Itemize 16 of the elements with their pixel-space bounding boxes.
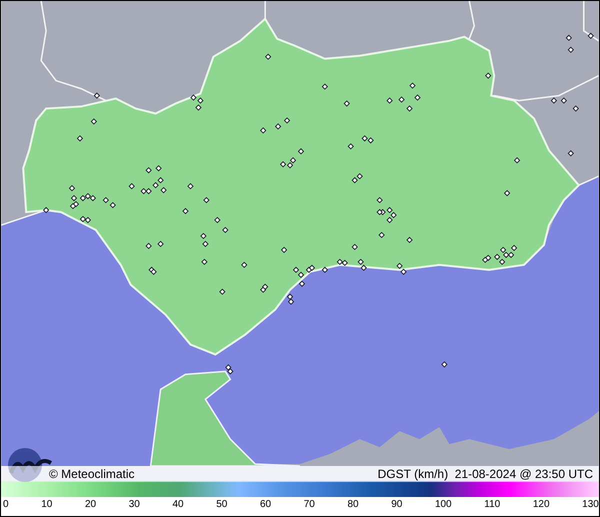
scale-tick-label: 130 [582,499,599,510]
scale-tick-label: 20 [84,499,96,510]
map-caption: DGST (km/h) 21-08-2024 @ 23:50 UTC [378,467,593,481]
scale-tick-label: 10 [41,499,52,510]
scale-tick-label: 100 [434,499,452,510]
scale-tick-label: 120 [532,499,550,510]
scale-tick-label: 40 [172,499,184,510]
scale-tick-label: 30 [128,499,140,510]
credit-text: © Meteoclimatic [49,467,135,481]
scale-tick-label: 90 [391,499,402,510]
scale-tick-label: 80 [347,499,359,510]
scale-tick-label: 110 [484,499,500,510]
scale-tick-label: 0 [3,499,9,510]
scale-tick-label: 50 [216,499,228,510]
scale-tick-label: 70 [304,499,315,510]
scale-tick-label: 60 [260,499,272,510]
